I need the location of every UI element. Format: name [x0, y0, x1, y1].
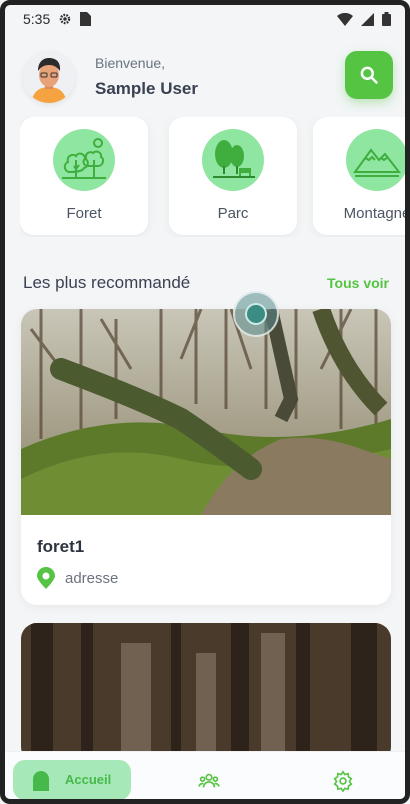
wifi-icon	[337, 12, 353, 26]
status-time: 5:35	[23, 11, 51, 27]
category-list: Foret Parc Montagne	[20, 117, 410, 237]
park-icon	[209, 136, 257, 184]
category-card-montagne[interactable]: Montagne	[313, 117, 410, 235]
search-icon	[359, 65, 379, 85]
greeting-text: Bienvenue,	[95, 55, 166, 71]
category-label: Parc	[217, 205, 249, 222]
mountain-icon	[353, 136, 401, 184]
nav-home-tab[interactable]: Accueil	[13, 759, 131, 799]
user-name: Sample User	[95, 79, 198, 98]
search-button[interactable]	[345, 51, 393, 99]
status-bar: 5:35	[5, 5, 405, 33]
place-photo	[21, 623, 391, 763]
app-screen: 5:35 Bienvenue, Sample User Foret Parc M…	[0, 0, 410, 804]
welcome-header: Bienvenue, Sample User	[23, 49, 395, 105]
place-card[interactable]: foret1 adresse	[21, 309, 391, 605]
place-card-partial[interactable]	[21, 623, 391, 763]
nav-home-label: Accueil	[65, 772, 112, 787]
users-icon	[198, 770, 220, 792]
recommended-section-header: Les plus recommandé Tous voir	[23, 273, 389, 293]
location-pin-icon	[37, 567, 55, 589]
settings-status-icon	[58, 12, 72, 26]
bottom-navigation: Accueil	[5, 751, 405, 799]
signal-icon	[361, 12, 374, 26]
category-label: Montagne	[343, 205, 410, 222]
nav-community-tab[interactable]	[198, 770, 222, 794]
see-all-link[interactable]: Tous voir	[327, 275, 389, 291]
nav-settings-tab[interactable]	[332, 770, 356, 794]
place-photo	[21, 309, 391, 515]
avatar[interactable]	[23, 51, 75, 103]
forest-icon	[60, 136, 108, 184]
category-card-parc[interactable]: Parc	[169, 117, 297, 235]
touch-indicator	[233, 291, 279, 337]
battery-icon	[382, 12, 391, 26]
place-address: adresse	[37, 567, 118, 589]
place-title: foret1	[37, 537, 85, 556]
category-card-foret[interactable]: Foret	[20, 117, 148, 235]
home-icon	[31, 769, 51, 791]
category-label: Foret	[66, 205, 102, 222]
section-title: Les plus recommandé	[23, 273, 191, 292]
gear-icon	[332, 770, 354, 792]
sim-card-icon	[80, 12, 92, 26]
place-address-text: adresse	[65, 569, 119, 587]
